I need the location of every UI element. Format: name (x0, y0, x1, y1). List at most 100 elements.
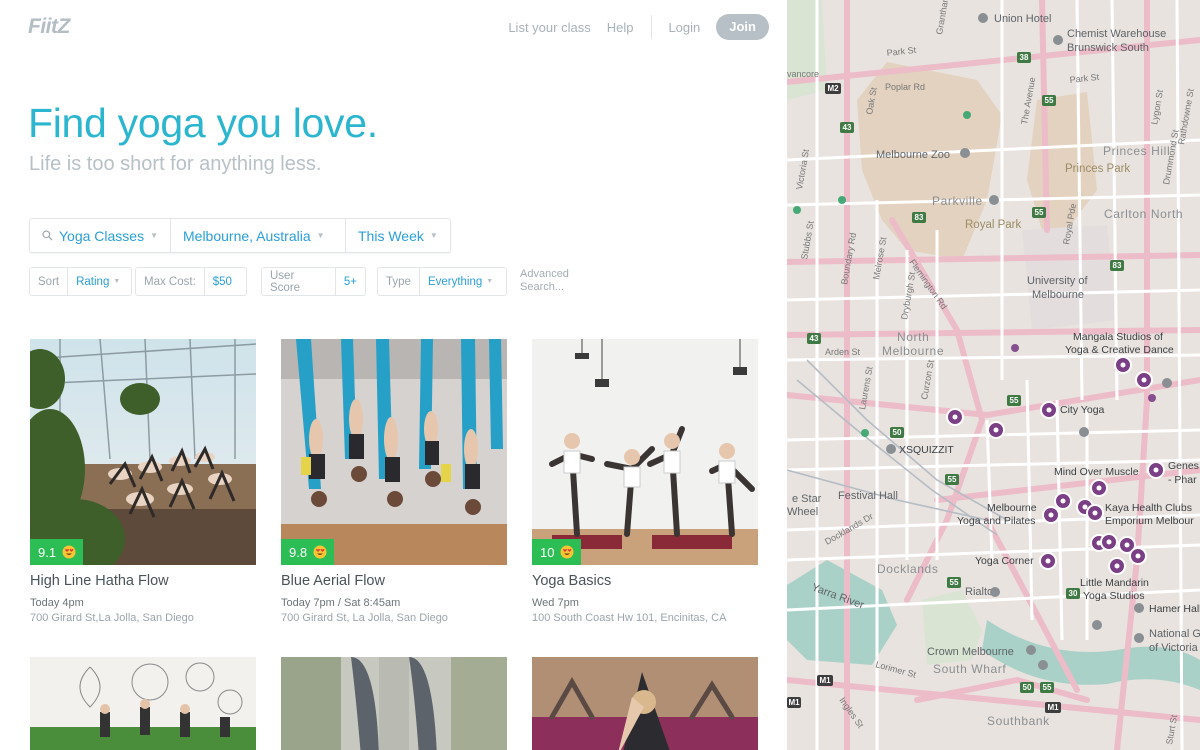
svg-text:Emporium Melbour: Emporium Melbour (1105, 515, 1194, 527)
svg-text:55: 55 (1035, 208, 1044, 217)
svg-text:Festival Hall: Festival Hall (838, 490, 898, 502)
svg-text:43: 43 (843, 123, 852, 132)
class-photo[interactable] (30, 657, 256, 750)
class-photo[interactable]: 9.8 (281, 339, 507, 565)
svg-text:43: 43 (810, 334, 819, 343)
class-address: 100 South Coast Hw 101, Encinitas, CA (532, 612, 727, 624)
hero-subtitle: Life is too short for anything less. (29, 153, 322, 175)
svg-text:Rialto: Rialto (965, 586, 993, 598)
max-cost-filter[interactable]: Max Cost: $50 (135, 267, 247, 296)
class-photo[interactable]: 10 (532, 339, 758, 565)
class-photo[interactable] (281, 657, 507, 750)
svg-text:Yoga and Pilates: Yoga and Pilates (957, 515, 1035, 527)
svg-text:Chemist Warehouse: Chemist Warehouse (1067, 28, 1166, 40)
class-card[interactable]: 9.1 High Line Hatha Flow Today 4pm 700 G… (30, 339, 256, 624)
class-time: Wed 7pm (532, 597, 579, 609)
svg-text:M1: M1 (1047, 703, 1059, 712)
class-title[interactable]: High Line Hatha Flow (30, 573, 256, 589)
sort-value[interactable]: Rating ▼ (68, 268, 128, 295)
heart-eyes-icon (560, 545, 574, 559)
class-time: Today 4pm (30, 597, 84, 609)
join-button[interactable]: Join (716, 14, 769, 40)
svg-text:vancore: vancore (787, 69, 819, 79)
type-label: Type (378, 268, 420, 295)
svg-text:M2: M2 (827, 84, 839, 93)
svg-text:M1: M1 (788, 698, 800, 707)
score-badge: 9.1 (30, 539, 84, 565)
svg-text:of Victoria: of Victoria (1149, 642, 1199, 654)
svg-text:XSQUIZZIT: XSQUIZZIT (899, 444, 954, 456)
map-view[interactable]: Union Hotel Chemist Warehouse Brunswick … (787, 0, 1200, 750)
svg-text:Southbank: Southbank (987, 714, 1050, 728)
category-select[interactable]: Yoga Classes ▼ (30, 219, 171, 252)
class-time: Today 7pm / Sat 8:45am (281, 597, 401, 609)
svg-text:Wheel: Wheel (787, 506, 818, 518)
location-value: Melbourne, Australia (183, 227, 311, 244)
svg-text:Little Mandarin: Little Mandarin (1080, 577, 1149, 589)
class-card[interactable] (532, 657, 758, 750)
nav-divider (651, 15, 653, 39)
class-card[interactable]: 9.8 Blue Aerial Flow Today 7pm / Sat 8:4… (281, 339, 507, 624)
svg-text:Carlton North: Carlton North (1104, 207, 1183, 221)
map-canvas[interactable]: Union Hotel Chemist Warehouse Brunswick … (787, 0, 1200, 750)
svg-text:Hamer Hall: Hamer Hall (1149, 603, 1200, 615)
list-class-link[interactable]: List your class (508, 20, 590, 35)
svg-text:- Phar: - Phar (1168, 474, 1197, 486)
date-select[interactable]: This Week ▼ (346, 219, 450, 252)
svg-text:55: 55 (1043, 683, 1052, 692)
svg-text:55: 55 (1045, 96, 1054, 105)
svg-text:e Star: e Star (792, 493, 822, 505)
advanced-search-link[interactable]: Advanced Search... (520, 268, 569, 294)
search-icon (42, 230, 53, 241)
svg-text:Mangala Studios of: Mangala Studios of (1073, 331, 1163, 343)
type-filter[interactable]: Type Everything ▼ (377, 267, 507, 296)
user-score-filter[interactable]: User Score 5+ (261, 267, 366, 296)
user-score-value[interactable]: 5+ (336, 268, 365, 295)
svg-text:50: 50 (1023, 683, 1032, 692)
svg-text:National G: National G (1149, 628, 1200, 640)
class-title[interactable]: Yoga Basics (532, 573, 758, 589)
class-card[interactable] (281, 657, 507, 750)
svg-text:Princes Park: Princes Park (1065, 163, 1130, 175)
heart-eyes-icon (62, 545, 76, 559)
svg-text:University of: University of (1027, 275, 1088, 287)
class-address: 700 Girard St,La Jolla, San Diego (30, 612, 194, 624)
logo[interactable]: FiitZ (28, 15, 70, 39)
svg-text:Poplar Rd: Poplar Rd (885, 82, 925, 92)
svg-text:Princes Hill: Princes Hill (1103, 144, 1170, 158)
svg-text:Mind Over Muscle: Mind Over Muscle (1054, 466, 1139, 478)
sort-filter[interactable]: Sort Rating ▼ (29, 267, 132, 296)
type-value[interactable]: Everything ▼ (420, 268, 501, 295)
svg-text:55: 55 (1010, 396, 1019, 405)
chevron-down-icon: ▼ (113, 278, 121, 285)
svg-text:Crown Melbourne: Crown Melbourne (927, 646, 1014, 658)
svg-text:30: 30 (1069, 589, 1078, 598)
svg-text:55: 55 (948, 475, 957, 484)
chevron-down-icon: ▼ (150, 231, 158, 240)
class-title[interactable]: Blue Aerial Flow (281, 573, 507, 589)
svg-text:Yoga Corner: Yoga Corner (975, 555, 1034, 567)
svg-text:Docklands: Docklands (877, 562, 938, 576)
svg-text:Arden St: Arden St (825, 347, 861, 357)
class-card[interactable]: 10 Yoga Basics Wed 7pm 100 South Coast H… (532, 339, 758, 624)
svg-text:Parkville: Parkville (932, 194, 983, 208)
help-link[interactable]: Help (607, 20, 634, 35)
svg-text:Kaya Health Clubs: Kaya Health Clubs (1105, 502, 1192, 514)
class-card[interactable] (30, 657, 256, 750)
svg-text:South Wharf: South Wharf (933, 662, 1006, 676)
class-photo[interactable]: 9.1 (30, 339, 256, 565)
top-nav: List your class Help Login Join (492, 14, 769, 40)
chevron-down-icon: ▼ (429, 231, 438, 240)
sort-label: Sort (30, 268, 69, 295)
chevron-down-icon: ▼ (316, 231, 325, 240)
user-score-label: User Score (262, 268, 336, 295)
max-cost-value[interactable]: $50 (205, 268, 240, 295)
login-link[interactable]: Login (668, 20, 700, 35)
svg-text:M1: M1 (819, 676, 831, 685)
svg-text:Yoga Studios: Yoga Studios (1083, 590, 1145, 602)
svg-text:Melbourne: Melbourne (987, 502, 1037, 514)
class-photo[interactable] (532, 657, 758, 750)
chevron-down-icon: ▼ (486, 278, 494, 285)
svg-text:Royal Park: Royal Park (965, 219, 1021, 231)
location-select[interactable]: Melbourne, Australia ▼ (171, 219, 346, 252)
